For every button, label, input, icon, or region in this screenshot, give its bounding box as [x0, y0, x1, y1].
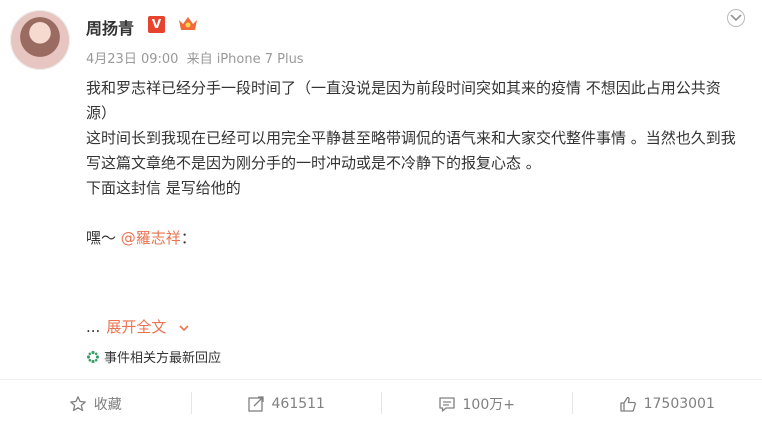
star-icon: [69, 395, 86, 411]
more-icon[interactable]: [726, 8, 746, 28]
post-paragraph-1: 我和罗志祥已经分手一段时间了（一直没说是因为前段时间突如其来的疫情 不想因此占用…: [86, 79, 721, 122]
repost-icon: [247, 395, 264, 412]
expand-row[interactable]: ... 展开全文: [86, 316, 189, 337]
post-meta: 4月23日 09:00 来自 iPhone 7 Plus: [86, 48, 308, 67]
action-bar: 收藏 461511 100万+ 17503001: [0, 380, 762, 427]
verified-badge: V: [148, 16, 165, 33]
like-button[interactable]: 17503001: [571, 380, 762, 427]
favorite-label: 收藏: [93, 396, 122, 413]
post-greeting-line: 嘿～ @羅志祥：: [86, 226, 736, 251]
comment-count: 100万+: [462, 396, 515, 413]
chevron-down-icon[interactable]: [179, 323, 189, 333]
event-label: 事件相关方最新回应: [104, 351, 222, 366]
ellipsis: ...: [86, 318, 101, 336]
like-icon: [619, 396, 636, 412]
post-content: 我和罗志祥已经分手一段时间了（一直没说是因为前段时间突如其来的疫情 不想因此占用…: [86, 76, 736, 251]
event-icon: [86, 350, 100, 364]
avatar[interactable]: [10, 10, 70, 70]
repost-button[interactable]: 461511: [190, 380, 382, 427]
greeting-text: 嘿～: [86, 229, 117, 247]
favorite-button[interactable]: 收藏: [0, 380, 191, 427]
crown-badge-icon: [179, 17, 197, 30]
event-response-link[interactable]: 事件相关方最新回应: [86, 347, 221, 366]
post-source: 来自 iPhone 7 Plus: [186, 52, 304, 67]
like-count: 17503001: [643, 395, 715, 412]
post-date[interactable]: 4月23日 09:00: [86, 52, 178, 67]
user-name[interactable]: 周扬青: [86, 15, 134, 39]
mention-suffix: ：: [180, 229, 196, 247]
expand-full-text-link[interactable]: 展开全文: [106, 318, 166, 336]
comment-button[interactable]: 100万+: [381, 380, 572, 427]
post-paragraph-2: 这时间长到我现在已经可以用完全平静甚至略带调侃的语气来和大家交代整件事情 。当然…: [86, 129, 736, 172]
repost-count: 461511: [271, 395, 325, 412]
comment-icon: [438, 396, 455, 412]
post-paragraph-3: 下面这封信 是写给他的: [86, 179, 241, 197]
mention-link[interactable]: @羅志祥: [121, 229, 181, 247]
